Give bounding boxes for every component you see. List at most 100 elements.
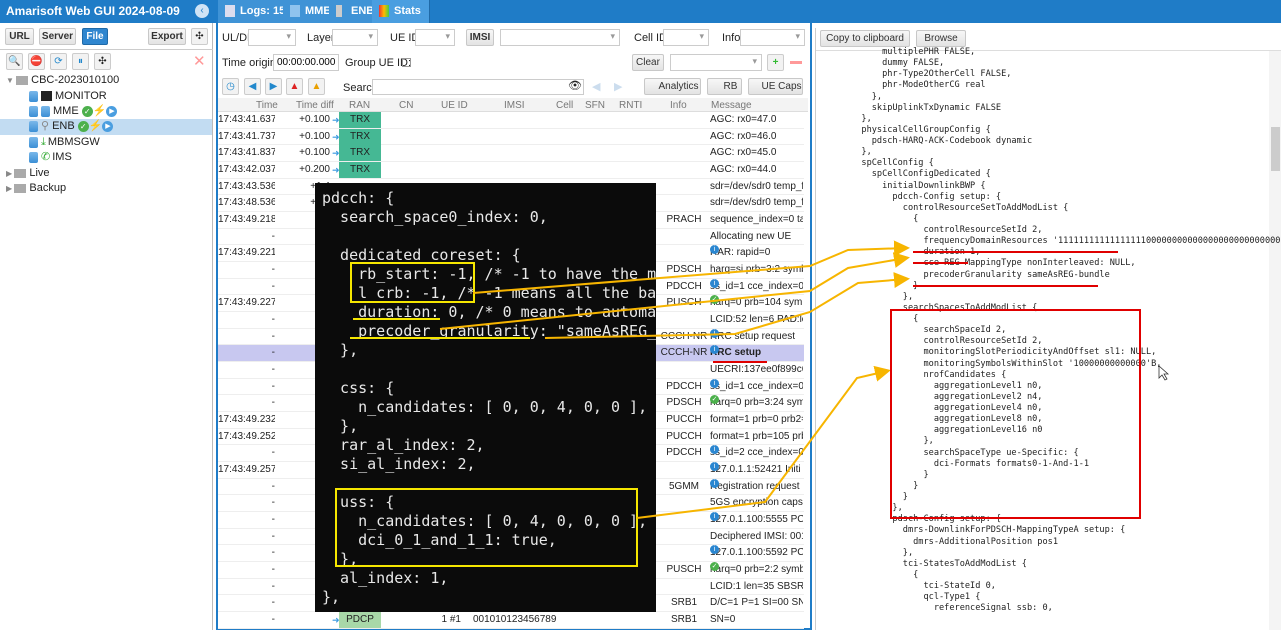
table-row[interactable]: 17:43:41.737 +0.100 ➜ TRX AGC: rx0=46.0 <box>218 128 804 146</box>
message-text: Allocating new UE <box>710 230 792 242</box>
clear-button[interactable]: Clear <box>632 54 664 71</box>
table-row[interactable]: 17:43:42.037 +0.200 ➜ TRX AGC: rx0=44.0 <box>218 162 804 179</box>
cellid-select[interactable] <box>663 29 709 46</box>
tree-node-mme[interactable]: MME ✓ ⚡ ▶ <box>29 104 118 119</box>
file-button[interactable]: File <box>82 28 108 45</box>
antenna-icon <box>336 5 342 17</box>
tree-node-enb[interactable]: ⚲ ENB ✓ ⚡ ▶ <box>29 119 114 134</box>
analytics-button[interactable]: Analytics <box>644 78 701 95</box>
search-input[interactable] <box>372 79 584 95</box>
cell-time: - <box>271 480 275 492</box>
analytics-label: Analytics <box>658 81 699 92</box>
message-text: LCID:52 len=6 PAD:len <box>710 314 803 326</box>
tree-label: MME <box>53 105 79 117</box>
col-sfn[interactable]: SFN <box>585 100 605 112</box>
binoculars-icon[interactable]: 👁 <box>568 79 582 92</box>
browse-button[interactable]: Browse <box>916 30 966 47</box>
url-button[interactable]: URL <box>5 28 34 45</box>
asn1-text: multiplePHR FALSE, dummy FALSE, phr-Type… <box>820 47 1281 614</box>
cell-message: D/C=1 P=1 SI=00 SN=( <box>710 595 803 611</box>
code-line: search_space0_index: 0, <box>322 208 548 226</box>
cell-info: PDSCH <box>666 397 702 409</box>
info-select[interactable] <box>740 29 805 46</box>
warning-icon[interactable]: ▲ <box>308 78 325 95</box>
col-ran[interactable]: RAN <box>349 100 370 112</box>
tree-node-ims[interactable]: ✆ IMS <box>29 150 72 165</box>
cell-ran: TRX <box>339 162 381 178</box>
col-ue-id[interactable]: UE ID <box>441 100 468 112</box>
ueid-select[interactable] <box>415 29 455 46</box>
info-label: Info <box>722 32 741 44</box>
add-icon[interactable]: + <box>767 54 784 71</box>
divider <box>0 49 213 50</box>
group-ue-checkbox[interactable] <box>402 58 411 67</box>
col-info[interactable]: Info <box>670 100 687 112</box>
remove-icon[interactable] <box>790 61 802 64</box>
play-icon[interactable]: ▶ <box>106 105 118 117</box>
server-button[interactable]: Server <box>39 28 76 45</box>
next-match-icon[interactable]: ▶ <box>614 80 622 93</box>
stop-icon[interactable]: ⛔ <box>28 53 45 70</box>
message-text: format=1 prb=105 prb2 <box>710 430 803 442</box>
ue-caps-button[interactable]: UE Caps <box>748 78 803 95</box>
table-row[interactable]: - PDCP ➜ 1 #1 001010123456789 SRB1 SN=0 <box>218 612 804 629</box>
table-row[interactable]: 17:43:41.837 +0.100 ➜ TRX AGC: rx0=45.0 <box>218 145 804 162</box>
tree-root[interactable]: ▼ CBC-2023010100 <box>6 73 119 88</box>
server-icon <box>29 136 38 148</box>
tab-label: MME <box>305 5 331 17</box>
tree-node-monitor[interactable]: MONITOR <box>29 89 107 104</box>
asn1-line: dci-Formats formats0-1-And-1-1 <box>820 458 1090 469</box>
message-text: ss_id=2 cce_index=0 <box>710 447 803 459</box>
prev-match-icon[interactable]: ◀ <box>592 80 600 93</box>
asn1-line: aggregationLevel2 n4, <box>820 391 1043 402</box>
col-rnti[interactable]: RNTI <box>619 100 642 112</box>
preset-select[interactable] <box>670 54 762 71</box>
collapse-sidebar-button[interactable]: ‹ <box>195 4 209 18</box>
layer-select[interactable] <box>332 29 378 46</box>
code-line: pdcch: { <box>322 189 395 207</box>
play-icon[interactable]: ▶ <box>102 120 114 132</box>
error-icon[interactable]: ▲ <box>286 78 303 95</box>
tree-node-mbmsgw[interactable]: ⤓ MBMSGW <box>29 135 100 150</box>
tab-stats[interactable]: Stats <box>372 0 430 23</box>
cell-message: Deciphered IMSI: 0010 <box>710 529 803 545</box>
col-cell[interactable]: Cell <box>556 100 573 112</box>
tree-label: IMS <box>52 151 72 163</box>
asn1-line: } <box>820 469 929 480</box>
refresh-icon[interactable]: ⟳ <box>50 53 67 70</box>
settings-icon[interactable]: ✣ <box>191 28 208 45</box>
search-icon[interactable]: 🔍 <box>6 53 23 70</box>
imsi-select[interactable] <box>500 29 620 46</box>
tree-folder-live[interactable]: ▶ Live <box>6 166 50 181</box>
app-title: Amarisoft Web GUI 2024-08-09 <box>6 4 180 18</box>
code-line: n_candidates: [ 0, 4, 0, 0, 0 ], <box>322 512 648 530</box>
message-text: harq=0 prb=2:2 symb <box>710 564 803 576</box>
arrow-left-icon[interactable]: ◀ <box>244 78 261 95</box>
uldl-select[interactable] <box>248 29 296 46</box>
time-origin-input[interactable] <box>273 54 339 71</box>
col-message[interactable]: Message <box>711 100 752 112</box>
asn1-line: pdsch-HARQ-ACK-Codebook dynamic <box>820 136 1033 146</box>
col-cn[interactable]: CN <box>399 100 413 112</box>
cell-message: 5GS encryption caps=0 <box>710 495 803 511</box>
copy-to-clipboard-button[interactable]: Copy to clipboard <box>820 30 910 47</box>
code-line: duration: 0, /* 0 means to automatically <box>358 303 656 321</box>
table-row[interactable]: 17:43:41.637 +0.100 ➜ TRX AGC: rx0=47.0 <box>218 112 804 129</box>
col-time-diff[interactable]: Time diff <box>296 100 334 112</box>
close-icon[interactable]: ✕ <box>193 52 206 70</box>
rb-button[interactable]: RB <box>707 78 742 95</box>
pause-icon[interactable]: ⏸ <box>72 53 89 70</box>
arrow-right-icon[interactable]: ▶ <box>265 78 282 95</box>
clock-icon[interactable]: ◷ <box>222 78 239 95</box>
export-button[interactable]: Export <box>148 28 186 45</box>
message-text: AGC: rx0=46.0 <box>710 130 777 142</box>
bar-chart-icon <box>379 5 389 17</box>
col-time[interactable]: Time <box>256 100 278 112</box>
imsi-button[interactable]: IMSI <box>466 29 494 46</box>
col-imsi[interactable]: IMSI <box>504 100 525 112</box>
cell-time: 17:43:49.218 <box>218 214 275 226</box>
code-line: }, <box>322 588 341 606</box>
tree-folder-backup[interactable]: ▶ Backup <box>6 181 66 196</box>
network-icon[interactable]: ✣ <box>94 53 111 70</box>
